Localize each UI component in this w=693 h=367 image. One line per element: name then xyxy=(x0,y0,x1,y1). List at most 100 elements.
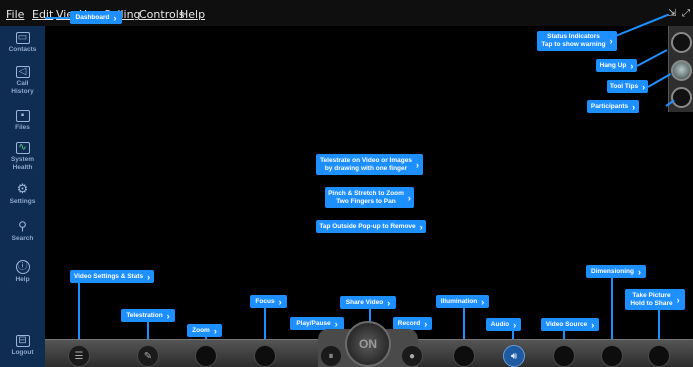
connector xyxy=(611,276,613,346)
sidebar-item-label: Settings xyxy=(9,198,36,205)
chevron-right-icon: › xyxy=(591,319,595,330)
callout-text: Illumination xyxy=(440,297,478,305)
chevron-right-icon: › xyxy=(387,297,391,308)
sidebar-item-search[interactable]: ⚲ Search xyxy=(0,219,45,243)
logout-icon: ⊟ xyxy=(15,335,30,347)
pause-icon: ⏸ xyxy=(328,350,334,362)
sidebar-item-files[interactable]: ▪ Files xyxy=(0,110,45,132)
callout-text: Hang Up xyxy=(599,61,627,69)
callout-status-indicators[interactable]: Status Indicators Tap to show warning › xyxy=(537,31,617,51)
sidebar-item-label: Logout xyxy=(11,349,34,356)
chevron-right-icon: › xyxy=(407,192,411,203)
callout-hang-up[interactable]: Hang Up › xyxy=(596,59,637,72)
take-picture-button[interactable] xyxy=(648,345,670,367)
menu-help[interactable]: Help xyxy=(180,8,205,21)
menu-edit[interactable]: Edit xyxy=(32,8,53,21)
callout-illumination[interactable]: Illumination › xyxy=(436,295,489,308)
call-history-icon: ◁ xyxy=(15,66,30,78)
chevron-right-icon: › xyxy=(166,310,170,321)
share-video-button[interactable]: ON xyxy=(345,321,391,367)
minimize-icon[interactable]: ⇲ xyxy=(668,8,676,19)
video-source-button[interactable] xyxy=(553,345,575,367)
callout-text: Focus xyxy=(255,297,275,305)
sidebar-item-help[interactable]: ⓘ Help xyxy=(0,260,45,284)
contacts-icon: ▭ xyxy=(15,32,30,44)
callout-telestration[interactable]: Telestration › xyxy=(121,309,175,322)
chevron-right-icon: › xyxy=(642,81,646,92)
sidebar-item-label: Contacts xyxy=(8,46,37,53)
gear-icon: ⚙ xyxy=(16,181,29,196)
sidebar-item-contacts[interactable]: ▭ Contacts xyxy=(0,32,45,54)
callout-text: Dimensioning xyxy=(591,267,634,275)
callout-take-picture[interactable]: Take Picture Hold to Share › xyxy=(625,289,685,310)
callout-text: Telestrate on Video or Images by drawing… xyxy=(320,156,412,172)
callout-dashboard[interactable]: Dashboard › xyxy=(70,11,122,24)
callout-text: Telestration xyxy=(126,311,163,319)
menu-controls[interactable]: Controls xyxy=(139,8,185,21)
sidebar-item-label: Call History xyxy=(11,80,34,95)
telestration-button[interactable]: ✎ xyxy=(137,345,159,367)
sidebar-item-system-health[interactable]: ∿ System Health xyxy=(0,142,45,172)
callout-tap-outside[interactable]: Tap Outside Pop-up to Remove › xyxy=(316,220,426,233)
on-label: ON xyxy=(359,337,377,351)
callout-focus[interactable]: Focus › xyxy=(250,295,287,308)
play-pause-button[interactable]: ⏸ xyxy=(320,345,342,367)
record-button[interactable]: ● xyxy=(401,345,423,367)
callout-text: Play/Pause xyxy=(296,319,331,327)
sidebar: ▭ Contacts ◁ Call History ▪ Files ∿ Syst… xyxy=(0,26,45,367)
chevron-right-icon: › xyxy=(147,271,151,282)
record-icon: ● xyxy=(408,350,416,362)
pencil-icon: ✎ xyxy=(143,350,153,362)
callout-text: Video Settings & Stats xyxy=(73,272,144,280)
callout-tool-tips[interactable]: Tool Tips › xyxy=(607,80,648,93)
chevron-right-icon: › xyxy=(637,266,641,277)
system-health-icon: ∿ xyxy=(15,142,30,154)
callout-text: Share Video xyxy=(345,298,384,306)
callout-zoom[interactable]: Zoom › xyxy=(187,324,222,337)
callout-video-source[interactable]: Video Source › xyxy=(541,318,599,331)
callout-text: Take Picture Hold to Share xyxy=(630,291,673,307)
callout-pinch-zoom[interactable]: Pinch & Stretch to Zoom Two Fingers to P… xyxy=(325,187,414,208)
sidebar-item-call-history[interactable]: ◁ Call History xyxy=(0,66,45,96)
chevron-right-icon: › xyxy=(113,12,117,23)
help-icon: ⓘ xyxy=(15,260,30,274)
sidebar-item-label: Search xyxy=(11,235,34,242)
chevron-right-icon: › xyxy=(481,296,485,307)
callout-text: Pinch & Stretch to Zoom Two Fingers to P… xyxy=(328,189,404,205)
audio-button[interactable]: 🔊︎ xyxy=(503,345,525,367)
zoom-button[interactable] xyxy=(195,345,217,367)
sidebar-item-label: System Health xyxy=(10,156,35,171)
chevron-right-icon: › xyxy=(630,60,634,71)
dimensioning-button[interactable] xyxy=(601,345,623,367)
sidebar-item-logout[interactable]: ⊟ Logout xyxy=(0,335,45,357)
callout-video-settings[interactable]: Video Settings & Stats › xyxy=(70,270,154,283)
callout-dimensioning[interactable]: Dimensioning › xyxy=(586,265,646,278)
callout-share-video[interactable]: Share Video › xyxy=(340,296,396,309)
callout-text: Video Source xyxy=(545,320,588,328)
sidebar-item-settings[interactable]: ⚙ Settings xyxy=(0,182,45,206)
menu-file[interactable]: File xyxy=(6,8,24,21)
callout-audio[interactable]: Audio › xyxy=(486,318,521,331)
callout-text: Zoom xyxy=(192,326,210,334)
callout-text: Participants xyxy=(590,102,629,110)
video-settings-button[interactable]: ☰ xyxy=(68,345,90,367)
callout-participants[interactable]: Participants › xyxy=(587,100,639,113)
connector xyxy=(636,49,668,67)
illumination-button[interactable] xyxy=(453,345,475,367)
callout-text: Audio xyxy=(490,320,510,328)
speaker-icon: 🔊︎ xyxy=(510,350,518,362)
callout-text: Tap Outside Pop-up to Remove xyxy=(319,222,416,230)
focus-button[interactable] xyxy=(254,345,276,367)
connector xyxy=(45,17,73,19)
hang-up-button[interactable] xyxy=(671,60,692,81)
callout-text: Tool Tips xyxy=(609,82,639,90)
fullscreen-icon[interactable]: ⤢ xyxy=(682,8,690,19)
sidebar-item-label: Files xyxy=(15,124,30,131)
callout-telestrate[interactable]: Telestrate on Video or Images by drawing… xyxy=(316,154,423,175)
connector xyxy=(78,282,80,342)
participants-button[interactable] xyxy=(671,87,692,108)
chevron-right-icon: › xyxy=(676,294,680,305)
search-icon: ⚲ xyxy=(18,219,27,233)
status-indicator-button[interactable] xyxy=(671,32,692,53)
callout-text: Dashboard xyxy=(75,13,110,21)
